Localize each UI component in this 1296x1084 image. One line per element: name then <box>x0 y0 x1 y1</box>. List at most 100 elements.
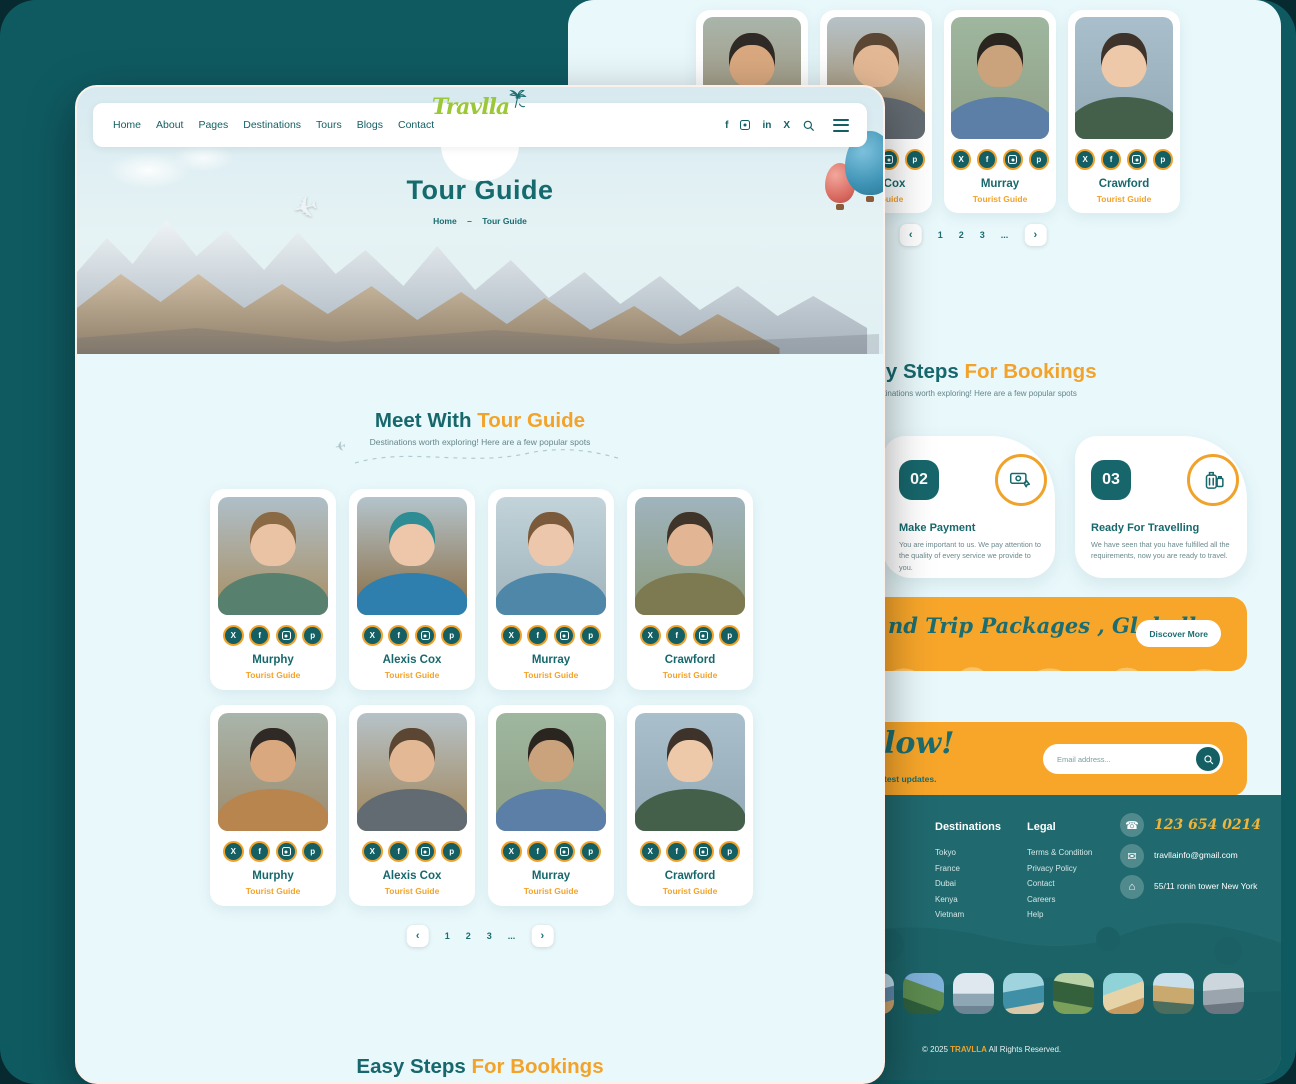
footer-link[interactable]: Vietnam <box>935 910 1001 919</box>
pagination-next[interactable]: › <box>531 925 553 947</box>
guides-title-orange: Tour Guide <box>477 409 585 432</box>
x-icon[interactable]: X <box>223 841 244 862</box>
pagination-page-2[interactable]: 2 <box>959 230 964 240</box>
guide-photo <box>218 497 328 615</box>
instagram-icon[interactable] <box>554 841 575 862</box>
x-icon[interactable]: X <box>501 841 522 862</box>
gallery-thumb-snow-resort[interactable] <box>953 973 994 1014</box>
pinterest-icon[interactable]: p <box>719 625 740 646</box>
easy-steps-title-orange: For Bookings <box>472 1055 604 1078</box>
instagram-icon[interactable] <box>276 625 297 646</box>
pagination-page-2[interactable]: 2 <box>466 931 471 941</box>
guide-card: XfpMurphyTourist Guide <box>210 489 336 690</box>
nav-link-home[interactable]: Home <box>113 119 141 131</box>
gallery-thumb-jungle-trek[interactable] <box>1153 973 1194 1014</box>
pinterest-icon[interactable]: p <box>1029 149 1049 170</box>
x-icon[interactable]: X <box>501 625 522 646</box>
brand-logo[interactable]: Travlla <box>432 94 528 120</box>
pinterest-icon[interactable]: p <box>580 841 601 862</box>
instagram-icon[interactable] <box>415 841 436 862</box>
facebook-icon[interactable]: f <box>666 625 687 646</box>
facebook-icon[interactable]: f <box>1101 149 1121 170</box>
instagram-icon[interactable] <box>1003 149 1023 170</box>
footer-link[interactable]: Contact <box>1027 879 1092 888</box>
pagination-prev[interactable]: ‹ <box>407 925 429 947</box>
pinterest-icon[interactable]: p <box>302 625 323 646</box>
instagram-glyph <box>421 631 430 640</box>
phone-icon: ☎ <box>1120 813 1144 837</box>
pagination-prev[interactable]: ‹ <box>900 224 922 246</box>
instagram-icon[interactable] <box>276 841 297 862</box>
pinterest-icon[interactable]: p <box>719 841 740 862</box>
x-icon[interactable]: X <box>951 149 971 170</box>
nav-link-about[interactable]: About <box>156 119 183 131</box>
gallery-thumb-explorer[interactable] <box>1053 973 1094 1014</box>
facebook-icon[interactable]: f <box>527 841 548 862</box>
pagination-page-1[interactable]: 1 <box>938 230 943 240</box>
footer-link[interactable]: Privacy Policy <box>1027 864 1092 873</box>
instagram-icon[interactable] <box>1127 149 1147 170</box>
footer-link[interactable]: Terms & Condition <box>1027 848 1092 857</box>
nav-link-blogs[interactable]: Blogs <box>357 119 383 131</box>
breadcrumb-home-link[interactable]: Home <box>433 216 457 226</box>
facebook-icon[interactable]: f <box>977 149 997 170</box>
nav-link-destinations[interactable]: Destinations <box>243 119 301 131</box>
footer-link[interactable]: Tokyo <box>935 848 1001 857</box>
facebook-icon[interactable]: f <box>388 625 409 646</box>
instagram-icon[interactable] <box>693 841 714 862</box>
instagram-icon[interactable] <box>415 625 436 646</box>
x-icon[interactable]: X <box>362 841 383 862</box>
facebook-icon[interactable]: f <box>249 841 270 862</box>
footer-link[interactable]: Kenya <box>935 895 1001 904</box>
x-icon[interactable]: X <box>362 625 383 646</box>
discover-more-button[interactable]: Discover More <box>1136 620 1221 647</box>
nav-link-pages[interactable]: Pages <box>198 119 228 131</box>
nav-link-contact[interactable]: Contact <box>398 119 434 131</box>
linkedin-icon[interactable]: in <box>762 120 771 131</box>
footer-link[interactable]: Help <box>1027 910 1092 919</box>
facebook-icon[interactable]: f <box>666 841 687 862</box>
email-input[interactable] <box>1055 754 1196 765</box>
gallery-thumb-beach-walk[interactable] <box>1103 973 1144 1014</box>
x-icon[interactable]: X <box>223 625 244 646</box>
email-icon: ✉ <box>1120 844 1144 868</box>
facebook-icon[interactable]: f <box>388 841 409 862</box>
x-icon[interactable]: X <box>1075 149 1095 170</box>
facebook-icon[interactable]: f <box>249 625 270 646</box>
breadcrumb: Home – Tour Guide <box>77 216 883 226</box>
footer-contact: ☎123 654 0214✉travllainfo@gmail.com⌂55/1… <box>1120 813 1276 906</box>
pinterest-icon[interactable]: p <box>905 149 925 170</box>
instagram-icon[interactable] <box>693 625 714 646</box>
footer-link[interactable]: France <box>935 864 1001 873</box>
x-icon[interactable]: X <box>783 120 790 131</box>
gallery-thumb-sea-cliffs[interactable] <box>1003 973 1044 1014</box>
pagination-page-3[interactable]: 3 <box>980 230 985 240</box>
nav-link-tours[interactable]: Tours <box>316 119 342 131</box>
facebook-icon[interactable]: f <box>725 120 728 131</box>
footer-link[interactable]: Dubai <box>935 879 1001 888</box>
pagination-page-3[interactable]: 3 <box>487 931 492 941</box>
instagram-icon[interactable] <box>554 625 575 646</box>
gallery-thumb-backpackers[interactable] <box>1203 973 1244 1014</box>
pinterest-icon[interactable]: p <box>580 625 601 646</box>
pinterest-icon[interactable]: p <box>441 841 462 862</box>
pagination-page-1[interactable]: 1 <box>445 931 450 941</box>
pinterest-icon[interactable]: p <box>1153 149 1173 170</box>
guide-name: Crawford <box>635 654 745 666</box>
pagination-ellipsis[interactable]: ... <box>508 931 516 941</box>
guide-role: Tourist Guide <box>951 194 1049 204</box>
footer-link[interactable]: Careers <box>1027 895 1092 904</box>
pinterest-icon[interactable]: p <box>441 625 462 646</box>
pagination-ellipsis[interactable]: ... <box>1001 230 1009 240</box>
menu-icon[interactable] <box>833 119 849 132</box>
pagination-next[interactable]: › <box>1024 224 1046 246</box>
x-icon[interactable]: X <box>640 625 661 646</box>
x-icon[interactable]: X <box>640 841 661 862</box>
pinterest-icon[interactable]: p <box>302 841 323 862</box>
instagram-icon[interactable] <box>740 120 750 130</box>
subscribe-submit-button[interactable] <box>1196 747 1220 771</box>
facebook-icon[interactable]: f <box>527 625 548 646</box>
guide-card-row-2: XfpMurphyTourist GuideXfpAlexis CoxTouri… <box>210 705 753 906</box>
search-icon[interactable] <box>802 119 815 132</box>
gallery-thumb-hikers[interactable] <box>903 973 944 1014</box>
